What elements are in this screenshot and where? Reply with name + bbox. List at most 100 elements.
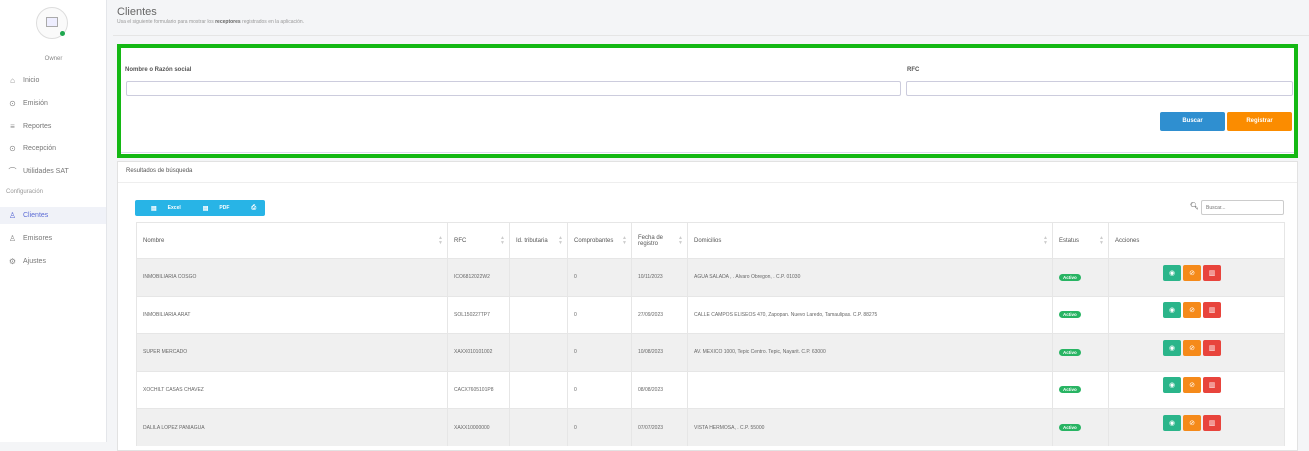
cell-domicilio — [687, 370, 1053, 409]
results-title: Resultados de búsqueda — [126, 168, 193, 174]
row-actions: ◉ ⊘ ▥ — [1163, 264, 1278, 281]
sidebar-item-reportes[interactable]: ≡ Reportes — [8, 119, 51, 133]
sidebar-item-inicio[interactable]: ⌂ Inicio — [8, 73, 39, 87]
sidebar: Owner ⌂ Inicio ⊙ Emisión ≡ Reportes ⊙ Re… — [0, 0, 107, 442]
column-label: Nombre — [143, 237, 165, 244]
sidebar-item-emision[interactable]: ⊙ Emisión — [8, 96, 48, 110]
disable-button[interactable]: ⊘ — [1183, 377, 1201, 394]
row-actions: ◉ ⊘ ▥ — [1163, 339, 1278, 356]
sidebar-item-utilidades-sat[interactable]: ⌒ Utilidades SAT — [8, 164, 69, 178]
cell-rfc: XAXX10000000 — [447, 408, 510, 446]
cell-domicilio: AGUA SALADA , . Alvaro Obregon, . C.P. 0… — [687, 258, 1053, 296]
status-badge: Activo — [1059, 424, 1081, 431]
column-header-comprobantes[interactable]: Comprobantes ▲ ▼ — [567, 222, 632, 259]
divider — [113, 35, 1309, 36]
cell-estatus: Activo — [1052, 408, 1109, 446]
cell-rfc: CACX7605101P8 — [447, 370, 510, 409]
cell-domicilio: AV. MEXICO 1000, Tepic Centro. Tepic, Na… — [687, 333, 1053, 371]
cell-nombre: INMOBILIARIA ARAT — [136, 295, 448, 334]
column-header-id-tributaria[interactable]: Id. tributaria ▲ ▼ — [509, 222, 568, 259]
view-button[interactable]: ◉ — [1163, 302, 1181, 319]
column-header-fecha[interactable]: Fecha de registro ▲ ▼ — [631, 222, 688, 259]
registrar-button[interactable]: Registrar — [1227, 112, 1292, 131]
status-badge: Activo — [1059, 311, 1081, 319]
sidebar-item-label: Clientes — [23, 212, 49, 219]
cell-acciones: ◉ ⊘ ▥ — [1108, 333, 1285, 371]
trash-icon: ▥ — [1208, 420, 1216, 427]
cell-id-tributaria — [509, 408, 568, 446]
buscar-button[interactable]: Buscar — [1160, 112, 1225, 131]
name-input[interactable] — [126, 81, 901, 96]
view-button[interactable]: ◉ — [1163, 339, 1181, 356]
sidebar-item-emisores[interactable]: ♙ Emisores — [8, 231, 52, 245]
clients-table: Nombre ▲ ▼ RFC ▲ ▼ Id. tributaria ▲ ▼ Comproba… — [136, 222, 1285, 446]
column-header-domicilios[interactable]: Domicilios ▲ ▼ — [687, 222, 1053, 259]
sidebar-item-clientes[interactable]: ♙ Clientes — [0, 207, 106, 224]
cell-nombre: XOCHILT CASAS CHAVEZ — [136, 370, 448, 409]
column-label: Domicilios — [694, 237, 722, 244]
cell-acciones: ◉ ⊘ ▥ — [1108, 408, 1285, 446]
trash-icon: ▥ — [1208, 344, 1216, 352]
delete-button[interactable]: ▥ — [1203, 264, 1221, 281]
cell-domicilio: VISTA HERMOSA, . C.P. 55000 — [687, 408, 1053, 446]
status-badge: Activo — [1059, 348, 1081, 356]
print-button[interactable]: ⎙ Imprimir — [243, 205, 287, 212]
cell-comprobantes: 0 — [567, 408, 632, 446]
sidebar-item-ajustes[interactable]: ⚙ Ajustes — [8, 254, 46, 268]
subtitle-text: Usa el siguiente formulario para mostrar… — [117, 19, 216, 25]
sort-icon: ▲ ▼ — [500, 235, 505, 246]
column-label: RFC — [454, 237, 467, 244]
status-badge: Activo — [1059, 386, 1081, 394]
disable-button[interactable]: ⊘ — [1183, 415, 1201, 431]
cell-nombre: SUPER MERCADO — [136, 333, 448, 371]
eye-icon: ◉ — [1168, 344, 1176, 352]
ban-icon: ⊘ — [1189, 344, 1195, 352]
avatar[interactable] — [36, 7, 68, 39]
row-actions: ◉ ⊘ ▥ — [1163, 415, 1278, 431]
column-label: Fecha de registro — [638, 234, 664, 247]
cell-fecha: 08/08/2023 — [631, 370, 688, 409]
cell-fecha: 07/07/2023 — [631, 408, 688, 446]
eye-icon: ◉ — [1168, 269, 1176, 277]
rfc-input[interactable] — [906, 81, 1293, 96]
disable-button[interactable]: ⊘ — [1183, 302, 1201, 319]
cell-comprobantes: 0 — [567, 295, 632, 334]
cell-rfc: ICO6812022W2 — [447, 258, 510, 296]
emission-icon: ⊙ — [9, 98, 16, 108]
reception-icon: ⊙ — [9, 143, 16, 153]
delete-button[interactable]: ▥ — [1203, 377, 1221, 394]
cell-fecha: 27/09/2023 — [631, 295, 688, 334]
column-header-nombre[interactable]: Nombre ▲ ▼ — [136, 222, 448, 259]
column-header-rfc[interactable]: RFC ▲ ▼ — [447, 222, 510, 259]
table-row: INMOBILIARIA ARAT SOL150227TP7 0 27/09/2023… — [136, 295, 1285, 334]
column-header-estatus[interactable]: Estatus ▲ ▼ — [1052, 222, 1109, 259]
subtitle-bold: receptores — [215, 19, 241, 25]
delete-button[interactable]: ▥ — [1203, 302, 1221, 319]
table-header-row: Nombre ▲ ▼ RFC ▲ ▼ Id. tributaria ▲ ▼ Comproba… — [136, 222, 1285, 259]
sidebar-item-recepcion[interactable]: ⊙ Recepción — [8, 141, 56, 155]
view-button[interactable]: ◉ — [1163, 377, 1181, 394]
table-row: DALILA LOPEZ PANIAGUA XAXX10000000 0 07/07/… — [136, 408, 1285, 446]
disable-button[interactable]: ⊘ — [1183, 339, 1201, 356]
disable-button[interactable]: ⊘ — [1183, 264, 1201, 281]
name-label: Nombre o Razón social — [125, 67, 192, 73]
excel-label: Excel — [167, 205, 181, 211]
delete-button[interactable]: ▥ — [1203, 339, 1221, 356]
table-search-input[interactable] — [1201, 200, 1284, 215]
cell-acciones: ◉ ⊘ ▥ — [1108, 258, 1285, 296]
file-icon: ▤ — [202, 205, 209, 212]
view-button[interactable]: ◉ — [1163, 415, 1181, 431]
sort-icon: ▲ ▼ — [1099, 235, 1104, 246]
cell-rfc: SOL150227TP7 — [447, 295, 510, 334]
user-icon: ♙ — [8, 211, 17, 220]
excel-button[interactable]: ▤ Excel — [143, 205, 181, 212]
cell-id-tributaria — [509, 333, 568, 371]
user-icon: ♙ — [8, 233, 17, 243]
ban-icon: ⊘ — [1189, 269, 1195, 277]
pdf-button[interactable]: ▤ PDF — [195, 205, 230, 212]
delete-button[interactable]: ▥ — [1203, 415, 1221, 431]
view-button[interactable]: ◉ — [1163, 264, 1181, 281]
sort-icon: ▲ ▼ — [438, 235, 443, 246]
gear-icon: ⚙ — [8, 256, 17, 266]
sidebar-item-label: Ajustes — [23, 257, 46, 265]
